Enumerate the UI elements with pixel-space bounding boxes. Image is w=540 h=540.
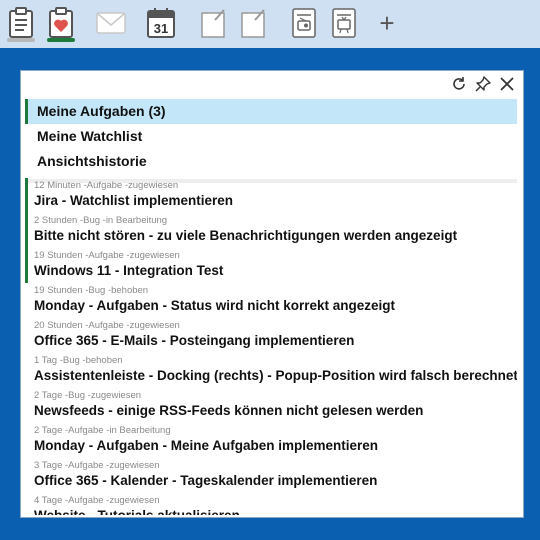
task-item[interactable]: 4 Tage -Aufgabe -zugewiesenWebsite - Tut… <box>25 493 517 515</box>
task-item[interactable]: 2 Stunden -Bug -in Bearbeitung Bitte nich… <box>25 213 517 248</box>
app-toolbar: 31 + <box>0 0 540 48</box>
task-title: Monday - Aufgaben - Status wird nicht ko… <box>34 298 396 313</box>
view-list: Meine Aufgaben (3) Meine Watchlist Ansic… <box>21 97 523 174</box>
task-meta: 12 Minuten -Aufgabe -zugewiesen <box>34 180 179 191</box>
task-meta: 3 Tage -Aufgabe -zugewiesen <box>34 460 160 471</box>
task-title: Windows 11 - Integration Test <box>34 263 224 278</box>
radio-document-icon <box>292 8 316 38</box>
envelope-icon <box>96 12 126 34</box>
tv-document-icon <box>332 8 356 38</box>
tasks-panel: Meine Aufgaben (3) Meine Watchlist Ansic… <box>20 70 524 518</box>
note-pin-icon <box>241 9 265 38</box>
notes-button[interactable] <box>4 4 38 42</box>
task-meta: 1 Tag -Bug -behoben <box>34 355 123 366</box>
task-title: Assistentenleiste - Docking (rechts) - P… <box>34 368 517 383</box>
task-title: Newsfeeds - einige RSS-Feeds können nich… <box>34 403 424 418</box>
task-meta: 4 Tage -Aufgabe -zugewiesen <box>34 495 160 506</box>
task-meta: 19 Stunden -Bug -behoben <box>34 285 149 296</box>
radio-button[interactable] <box>287 4 321 42</box>
task-item[interactable]: 2 Tage -Aufgabe -in Bearbeitung Monday - … <box>25 423 517 458</box>
task-meta: 2 Tage -Bug -zugewiesen <box>34 390 142 401</box>
task-item[interactable]: 19 Stunden -Aufgabe -zugewiesen Windows 1… <box>25 248 517 283</box>
task-meta: 2 Tage -Aufgabe -in Bearbeitung <box>34 425 171 436</box>
add-button[interactable]: + <box>370 4 404 42</box>
task-item[interactable]: 1 Tag -Bug -behoben Assistentenleiste - D… <box>25 353 517 388</box>
calendar-day: 31 <box>154 21 168 36</box>
task-item[interactable]: 19 Stunden -Bug -behoben Monday - Aufgabe… <box>25 283 517 318</box>
close-icon[interactable] <box>497 74 517 94</box>
task-meta: 20 Stunden -Aufgabe -zugewiesen <box>34 320 180 331</box>
note-button-2[interactable] <box>236 4 270 42</box>
task-item[interactable]: 20 Stunden -Aufgabe -zugewiesen Office 36… <box>25 318 517 353</box>
task-item[interactable]: 2 Tage -Bug -zugewiesen Newsfeeds - einig… <box>25 388 517 423</box>
notes-underline <box>7 38 35 42</box>
tv-button[interactable] <box>327 4 361 42</box>
note-pin-icon <box>201 9 225 38</box>
mail-button[interactable] <box>94 4 128 42</box>
clipboard-heart-icon <box>49 7 73 38</box>
view-history[interactable]: Ansichtshistorie <box>25 149 517 174</box>
task-title: Jira - Watchlist implementieren <box>34 193 234 208</box>
task-title: Office 365 - E-Mails - Posteingang imple… <box>34 333 355 348</box>
calendar-icon: 31 <box>147 8 175 38</box>
panel-header <box>21 71 523 97</box>
task-list[interactable]: 12 Minuten -Aufgabe -zugewiesen Jira - Wa… <box>25 178 517 515</box>
task-title: Bitte nicht stören - zu viele Benachrich… <box>34 228 458 243</box>
calendar-button[interactable]: 31 <box>144 4 178 42</box>
view-my-tasks[interactable]: Meine Aufgaben (3) <box>25 99 517 124</box>
tasks-button[interactable] <box>44 4 78 42</box>
task-title: Website - Tutorials aktualisieren <box>34 506 517 515</box>
task-item[interactable]: 12 Minuten -Aufgabe -zugewiesen Jira - Wa… <box>25 178 517 213</box>
task-title: Monday - Aufgaben - Meine Aufgaben imple… <box>34 438 379 453</box>
refresh-icon[interactable] <box>449 74 469 94</box>
task-meta: 2 Stunden -Bug -in Bearbeitung <box>34 215 168 226</box>
task-title: Office 365 - Kalender - Tageskalender im… <box>34 473 378 488</box>
view-watchlist[interactable]: Meine Watchlist <box>25 124 517 149</box>
tasks-active-underline <box>47 38 75 42</box>
pin-icon[interactable] <box>473 74 493 94</box>
note-button-1[interactable] <box>196 4 230 42</box>
task-meta: 19 Stunden -Aufgabe -zugewiesen <box>34 250 180 261</box>
task-item[interactable]: 3 Tage -Aufgabe -zugewiesen Office 365 - … <box>25 458 517 493</box>
clipboard-list-icon <box>9 7 33 38</box>
